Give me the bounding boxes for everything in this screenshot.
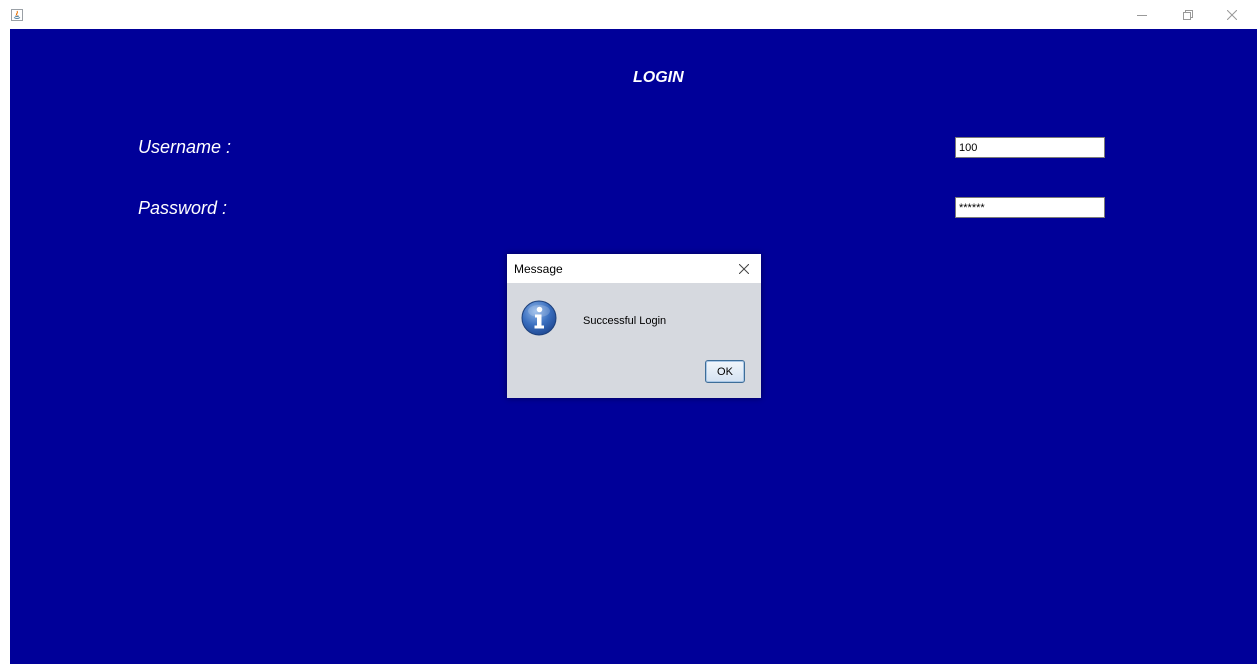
dialog-titlebar: Message (507, 254, 761, 283)
close-icon (1227, 9, 1237, 20)
minimize-button[interactable] (1120, 0, 1164, 29)
close-icon (739, 264, 749, 274)
close-button[interactable] (1210, 0, 1254, 29)
maximize-icon (1183, 9, 1193, 20)
dialog-close-button[interactable] (733, 258, 755, 280)
dialog-message: Successful Login (583, 315, 667, 327)
username-input[interactable] (955, 137, 1105, 158)
username-label: Username : (138, 137, 232, 157)
info-icon (521, 300, 557, 336)
minimize-icon (1137, 14, 1147, 16)
maximize-button[interactable] (1166, 0, 1210, 29)
password-input[interactable] (955, 197, 1105, 218)
ok-button[interactable]: OK (705, 360, 745, 383)
page-title: LOGIN (633, 69, 684, 86)
window-titlebar (0, 0, 1257, 29)
message-dialog: Message Successful Login OK (507, 254, 761, 398)
dialog-title: Message (514, 262, 563, 276)
password-label: Password : (138, 198, 228, 218)
java-icon (11, 9, 23, 21)
